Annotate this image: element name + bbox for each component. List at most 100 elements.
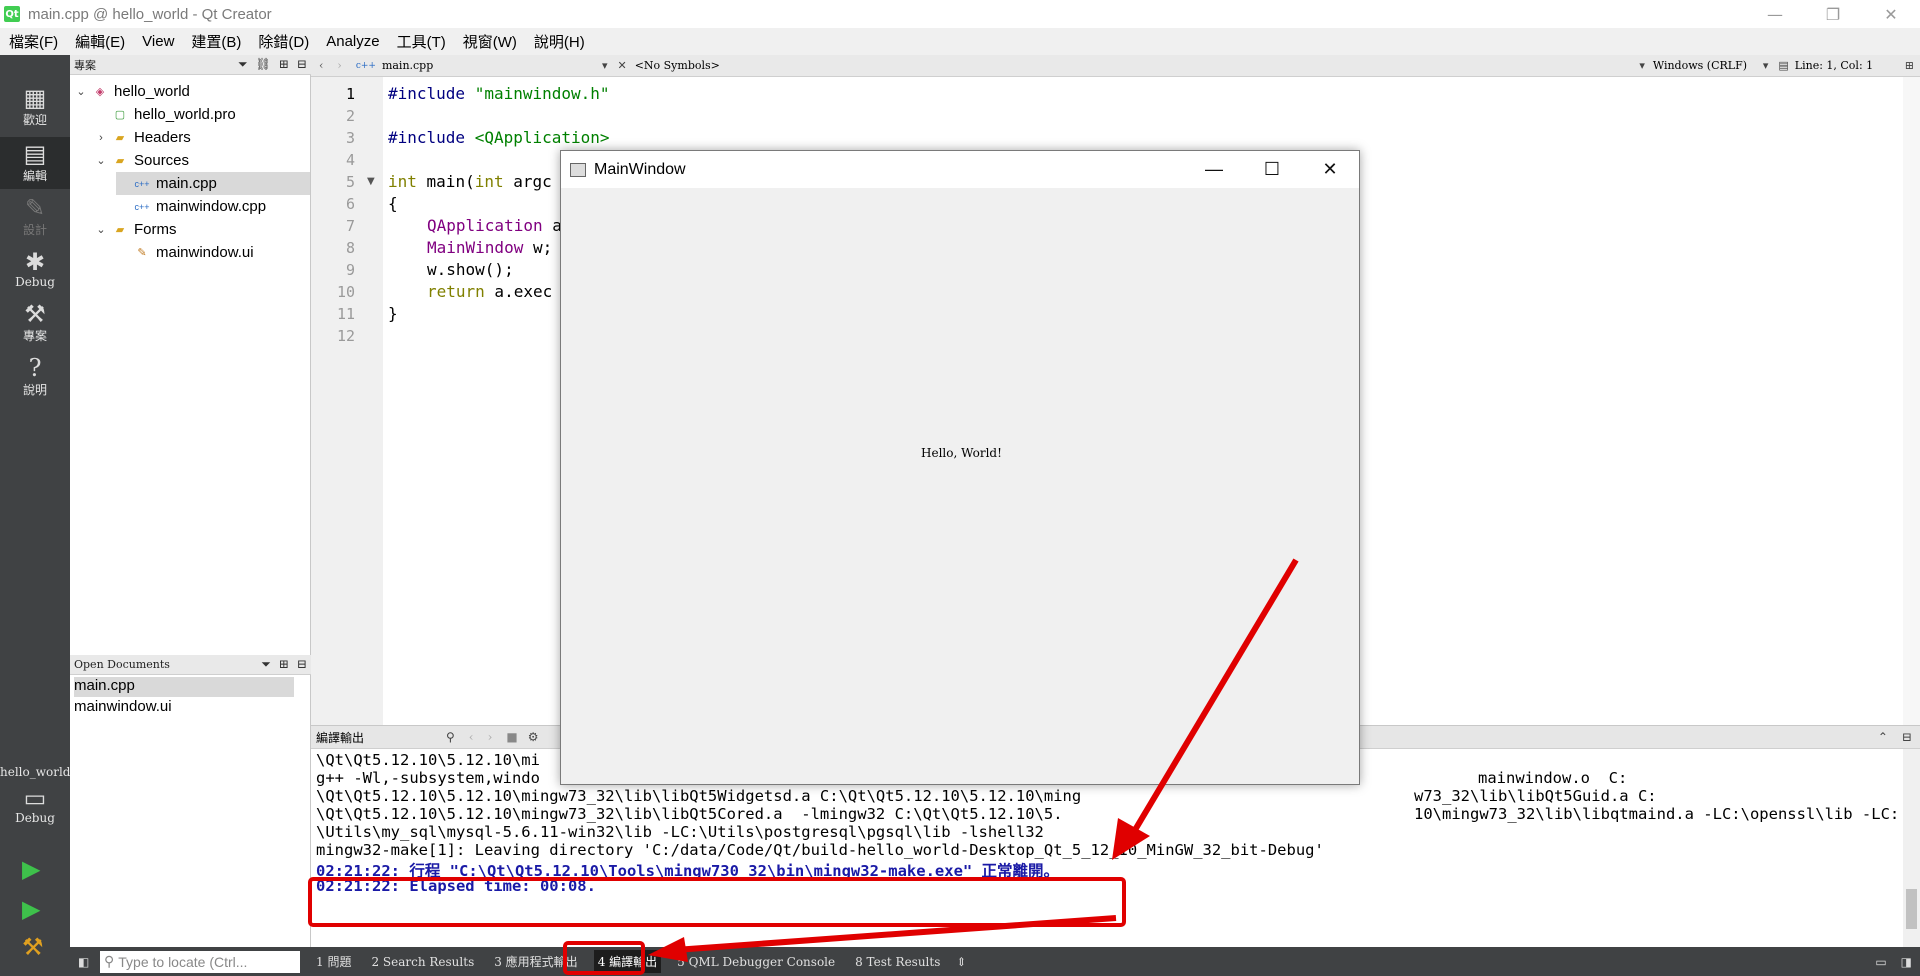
file-dropdown-icon[interactable]: ▾ bbox=[602, 59, 608, 72]
tree-item-pro-file[interactable]: ▢ hello_world.pro bbox=[94, 103, 310, 126]
position-dropdown-icon[interactable]: ▾ bbox=[1763, 59, 1769, 72]
line-ending-dropdown-icon[interactable]: ▾ bbox=[1639, 59, 1645, 72]
menu-debug[interactable]: 除錯(D) bbox=[249, 31, 317, 52]
menu-view[interactable]: View bbox=[133, 33, 182, 50]
filter-icon[interactable]: ⚲ bbox=[446, 730, 455, 744]
more-tabs-icon[interactable]: ⇕ bbox=[956, 955, 966, 969]
popup-minimize-button[interactable]: — bbox=[1185, 151, 1243, 188]
symbols-selector[interactable]: <No Symbols> bbox=[635, 59, 720, 72]
forward-arrow-icon[interactable]: › bbox=[337, 59, 341, 72]
progress-icon[interactable]: ▭ bbox=[1875, 955, 1886, 969]
expand-arrow-icon[interactable]: ⌄ bbox=[94, 154, 108, 167]
pro-file-icon: ▢ bbox=[114, 109, 126, 121]
kit-selector[interactable]: ▭ Debug bbox=[0, 785, 70, 833]
split-icon[interactable]: ⊞ bbox=[1905, 59, 1914, 72]
folder-icon: ▰ bbox=[115, 132, 125, 144]
line-ending-selector[interactable]: Windows (CRLF) bbox=[1653, 59, 1763, 72]
filter-icon[interactable]: ⏷ bbox=[238, 57, 248, 72]
output-scrollbar[interactable] bbox=[1903, 749, 1920, 947]
projects-pane-title: 專案 bbox=[74, 58, 96, 72]
menu-analyze[interactable]: Analyze bbox=[317, 33, 387, 50]
tree-item-sources[interactable]: ⌄ ▰ Sources bbox=[94, 149, 310, 172]
close-button[interactable]: ✕ bbox=[1862, 0, 1920, 28]
tree-item-headers[interactable]: › ▰ Headers bbox=[94, 126, 310, 149]
debug-run-icon[interactable]: ▶ bbox=[22, 895, 40, 923]
main-window-popup[interactable]: MainWindow — ☐ ✕ Hello, World! bbox=[560, 150, 1360, 785]
expand-arrow-icon[interactable]: ⌄ bbox=[74, 85, 88, 98]
menu-window[interactable]: 視窗(W) bbox=[454, 31, 525, 52]
tree-item-mainwindow-cpp[interactable]: c++ mainwindow.cpp bbox=[116, 195, 310, 218]
tree-item-project[interactable]: ⌄ ◈ hello_world bbox=[70, 80, 310, 103]
tree-item-main-cpp[interactable]: c++ main.cpp bbox=[116, 172, 310, 195]
minimize-button[interactable]: — bbox=[1746, 0, 1804, 28]
next-arrow-icon[interactable]: › bbox=[488, 730, 493, 744]
tab-issues[interactable]: 1 問題 bbox=[312, 950, 355, 973]
mode-debug[interactable]: ✱ Debug bbox=[0, 249, 70, 299]
back-arrow-icon[interactable]: ‹ bbox=[319, 59, 323, 72]
open-doc-item[interactable]: main.cpp bbox=[74, 677, 294, 697]
code-line: #include <QApplication> bbox=[388, 128, 610, 147]
menu-build[interactable]: 建置(B) bbox=[182, 31, 249, 52]
mode-design-label: 設計 bbox=[22, 223, 47, 237]
close-pane-icon[interactable]: ⊟ bbox=[297, 57, 307, 72]
mode-design[interactable]: ✎ 設計 bbox=[0, 195, 70, 245]
line-number: 8 bbox=[345, 239, 355, 257]
locator-input[interactable]: ⚲ Type to locate (Ctrl... bbox=[100, 950, 300, 973]
popup-maximize-button[interactable]: ☐ bbox=[1243, 151, 1301, 188]
menu-file[interactable]: 檔案(F) bbox=[0, 31, 66, 52]
tree-item-mainwindow-ui[interactable]: ✎ mainwindow.ui bbox=[116, 241, 310, 264]
mode-edit[interactable]: ▤ 編輯 bbox=[0, 137, 70, 189]
stop-icon[interactable]: ■ bbox=[506, 730, 517, 744]
tree-item-forms[interactable]: ⌄ ▰ Forms bbox=[94, 218, 310, 241]
tab-qml-debugger-console[interactable]: 5 QML Debugger Console bbox=[673, 952, 839, 972]
qt-logo-icon: Qt bbox=[4, 6, 20, 22]
file-selector[interactable]: main.cpp bbox=[382, 59, 602, 72]
wrench-icon: ⚒ bbox=[24, 300, 46, 328]
close-pane-icon[interactable]: ⊟ bbox=[1902, 730, 1912, 744]
locator-placeholder: Type to locate (Ctrl... bbox=[118, 953, 248, 970]
line-number-gutter: 1 2 3 4 5 ▼ 6 7 8 9 10 11 12 bbox=[311, 77, 383, 725]
close-pane-icon[interactable]: ⊟ bbox=[297, 657, 307, 672]
fold-arrow-icon[interactable]: ▼ bbox=[367, 176, 375, 187]
settings-gear-icon[interactable]: ⚙ bbox=[528, 730, 539, 744]
prev-arrow-icon[interactable]: ‹ bbox=[469, 730, 474, 744]
scrollbar-thumb[interactable] bbox=[1906, 889, 1917, 929]
output-line-tail: w73_32\lib\libQt5Guid.a C: bbox=[1414, 787, 1657, 805]
toggle-output-icon[interactable]: ◨ bbox=[1901, 955, 1912, 969]
line-number: 7 bbox=[345, 217, 355, 235]
split-icon[interactable]: ⊞ bbox=[279, 57, 289, 72]
tab-test-results[interactable]: 8 Test Results bbox=[851, 952, 944, 972]
run-icon[interactable]: ▶ bbox=[22, 855, 40, 883]
expand-arrow-icon[interactable]: › bbox=[94, 132, 108, 144]
toggle-sidebar-icon[interactable]: ◧ bbox=[78, 955, 89, 969]
popup-close-button[interactable]: ✕ bbox=[1301, 151, 1359, 188]
main-window-title-bar[interactable]: MainWindow — ☐ ✕ bbox=[561, 151, 1359, 188]
link-icon[interactable]: ⛓ bbox=[256, 57, 271, 72]
search-icon: ⚲ bbox=[104, 953, 115, 969]
title-bar: Qt main.cpp @ hello_world - Qt Creator —… bbox=[0, 0, 1920, 28]
menu-edit[interactable]: 編輯(E) bbox=[66, 31, 133, 52]
tab-search-results[interactable]: 2 Search Results bbox=[367, 952, 478, 972]
close-file-icon[interactable]: ✕ bbox=[617, 59, 626, 72]
dropdown-icon[interactable]: ⏷ bbox=[261, 657, 271, 672]
build-hammer-icon[interactable]: ⚒ bbox=[22, 933, 44, 961]
split-icon[interactable]: ⊞ bbox=[279, 657, 289, 672]
menu-tools[interactable]: 工具(T) bbox=[388, 31, 454, 52]
open-doc-item[interactable]: mainwindow.ui bbox=[74, 698, 294, 718]
menu-help[interactable]: 說明(H) bbox=[525, 31, 593, 52]
expand-arrow-icon[interactable]: ⌄ bbox=[94, 223, 108, 236]
mode-projects-label: 專案 bbox=[22, 329, 47, 343]
line-number: 10 bbox=[336, 283, 355, 301]
editor-scrollbar[interactable] bbox=[1903, 77, 1920, 725]
code-line: MainWindow w; bbox=[427, 238, 553, 257]
mode-help[interactable]: ? 說明 bbox=[0, 355, 70, 405]
cpp-file-icon: c++ bbox=[355, 60, 376, 71]
restore-button[interactable]: ❐ bbox=[1804, 0, 1862, 28]
mode-welcome[interactable]: ▦ 歡迎 bbox=[0, 85, 70, 135]
mode-projects[interactable]: ⚒ 專案 bbox=[0, 301, 70, 351]
menu-bar: 檔案(F) 編輯(E) View 建置(B) 除錯(D) Analyze 工具(… bbox=[0, 28, 1920, 55]
mode-bar: ▦ 歡迎 ▤ 編輯 ✎ 設計 ✱ Debug ⚒ 專案 ? 說明 hello_w… bbox=[0, 55, 70, 976]
cursor-position[interactable]: Line: 1, Col: 1 bbox=[1795, 59, 1905, 72]
maximize-pane-icon[interactable]: ⌃ bbox=[1878, 730, 1888, 744]
mode-help-label: 說明 bbox=[22, 383, 47, 397]
